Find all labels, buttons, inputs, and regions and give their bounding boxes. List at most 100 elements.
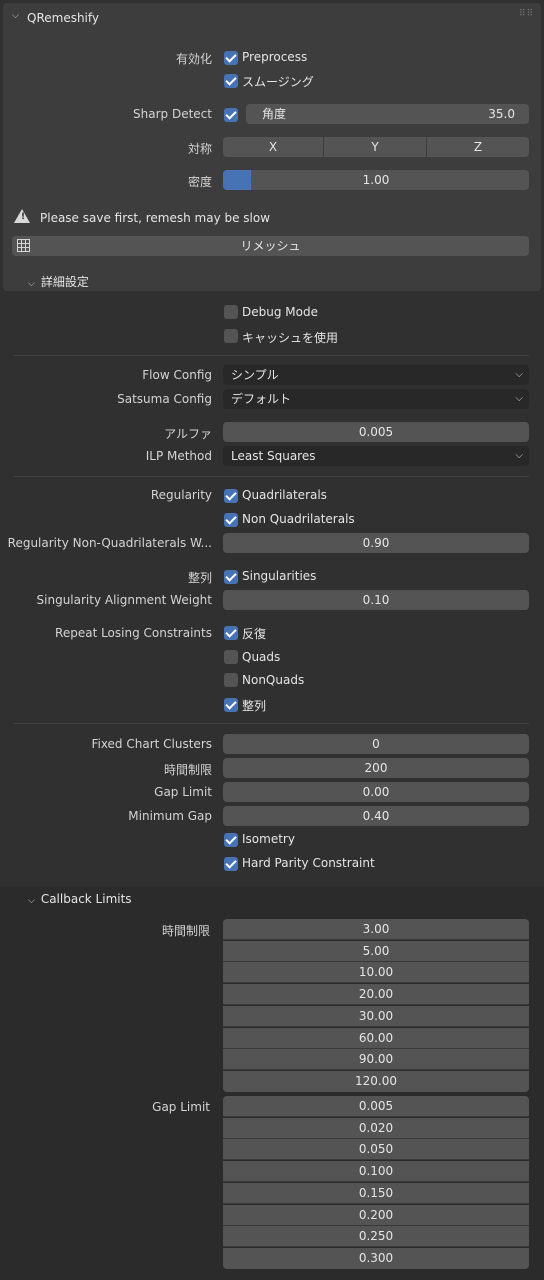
quadrilaterals-checkbox[interactable] bbox=[224, 489, 238, 503]
debug-mode-checkbox[interactable] bbox=[224, 305, 238, 319]
remesh-button[interactable]: リメッシュ bbox=[12, 236, 529, 256]
symmetry-y-toggle[interactable]: Y bbox=[324, 137, 426, 157]
sharp-detect-label: Sharp Detect bbox=[133, 107, 212, 121]
panel-header[interactable]: ⌵ QRemeshify ⠿⠿ bbox=[3, 3, 541, 33]
advanced-header[interactable]: ⌵ 詳細設定 bbox=[28, 273, 89, 290]
callback-time-limit-label: 時間制限 bbox=[161, 924, 210, 938]
use-cache-label: キャッシュを使用 bbox=[242, 331, 339, 345]
callback-time-limit-field-0[interactable]: 3.00 bbox=[223, 919, 529, 940]
symmetry-z-toggle[interactable]: Z bbox=[427, 137, 529, 157]
satsuma-config-label: Satsuma Config bbox=[117, 392, 212, 406]
hard-parity-label: Hard Parity Constraint bbox=[242, 856, 375, 870]
chevron-down-icon[interactable]: ⌵ bbox=[12, 11, 19, 21]
repeat-losing-label: Repeat Losing Constraints bbox=[55, 626, 212, 640]
isometry-label: Isometry bbox=[242, 832, 295, 846]
divider bbox=[13, 355, 529, 356]
minimum-gap-label: Minimum Gap bbox=[128, 809, 212, 823]
panel-title: QRemeshify bbox=[27, 11, 100, 25]
nonquads-label: NonQuads bbox=[242, 673, 305, 687]
grid-icon bbox=[17, 239, 30, 252]
gap-limit-label: Gap Limit bbox=[154, 785, 212, 799]
align-checkbox[interactable] bbox=[224, 698, 238, 712]
use-cache-checkbox[interactable] bbox=[224, 329, 238, 343]
sharp-detect-checkbox[interactable] bbox=[224, 108, 238, 122]
quads-checkbox[interactable] bbox=[224, 650, 238, 664]
chevron-down-icon: ⌵ bbox=[515, 393, 523, 404]
callback-time-limit-field-3[interactable]: 20.00 bbox=[223, 984, 529, 1006]
density-slider[interactable]: 1.00 bbox=[223, 170, 529, 190]
callback-gap-limit-field-0[interactable]: 0.005 bbox=[223, 1096, 529, 1117]
nonquads-checkbox[interactable] bbox=[224, 673, 238, 687]
flow-config-label: Flow Config bbox=[142, 368, 212, 382]
divider bbox=[13, 476, 529, 477]
smoothing-label: スムージング bbox=[242, 75, 314, 89]
time-limit-field[interactable]: 200 bbox=[223, 758, 529, 778]
callback-limits-header[interactable]: ⌵ Callback Limits bbox=[28, 892, 132, 906]
flow-config-dropdown[interactable]: シンプル ⌵ bbox=[223, 365, 529, 385]
angle-value: 35.0 bbox=[488, 107, 515, 121]
chevron-down-icon: ⌵ bbox=[28, 279, 35, 289]
singularities-label: Singularities bbox=[242, 569, 317, 583]
remesh-button-label: リメッシュ bbox=[240, 239, 301, 253]
singularities-checkbox[interactable] bbox=[224, 570, 238, 584]
satsuma-config-value: デフォルト bbox=[231, 392, 292, 406]
enable-label: 有効化 bbox=[175, 52, 212, 66]
callback-time-limit-field-7[interactable]: 120.00 bbox=[223, 1070, 529, 1092]
preprocess-checkbox[interactable] bbox=[224, 51, 238, 65]
reg-nonquad-weight-label: Regularity Non-Quadrilaterals W... bbox=[7, 536, 212, 550]
callback-gap-limit-field-2[interactable]: 0.050 bbox=[223, 1139, 529, 1161]
hard-parity-checkbox[interactable] bbox=[224, 857, 238, 871]
angle-label: 角度 bbox=[262, 107, 287, 121]
gap-limit-field[interactable]: 0.00 bbox=[223, 782, 529, 802]
callback-time-limit-field-1[interactable]: 5.00 bbox=[223, 940, 529, 962]
ilp-method-label: ILP Method bbox=[145, 449, 212, 463]
callback-gap-limit-field-4[interactable]: 0.150 bbox=[223, 1182, 529, 1204]
repeat-label: 反復 bbox=[242, 627, 267, 641]
satsuma-config-dropdown[interactable]: デフォルト ⌵ bbox=[223, 389, 529, 409]
ilp-method-dropdown[interactable]: Least Squares ⌵ bbox=[223, 446, 529, 466]
flow-config-value: シンプル bbox=[231, 368, 279, 382]
preprocess-label: Preprocess bbox=[242, 50, 308, 64]
callback-time-limit-field-5[interactable]: 60.00 bbox=[223, 1027, 529, 1049]
callback-limits-header-label: Callback Limits bbox=[40, 892, 132, 906]
alpha-value: 0.005 bbox=[358, 425, 394, 439]
align-label: 整列 bbox=[242, 699, 267, 713]
chevron-down-icon: ⌵ bbox=[515, 450, 523, 461]
ilp-method-value: Least Squares bbox=[231, 449, 316, 463]
isometry-checkbox[interactable] bbox=[224, 833, 238, 847]
callback-time-limit-field-4[interactable]: 30.00 bbox=[223, 1005, 529, 1027]
callback-time-limit-field-2[interactable]: 10.00 bbox=[223, 962, 529, 984]
drag-handle-icon[interactable]: ⠿⠿ bbox=[519, 9, 534, 19]
quadrilaterals-label: Quadrilaterals bbox=[242, 488, 327, 502]
smoothing-checkbox[interactable] bbox=[224, 74, 238, 88]
non-quadrilaterals-checkbox[interactable] bbox=[224, 513, 238, 527]
reg-nonquad-weight-field[interactable]: 0.90 bbox=[223, 533, 529, 553]
non-quadrilaterals-label: Non Quadrilaterals bbox=[242, 512, 355, 526]
repeat-checkbox[interactable] bbox=[224, 626, 238, 640]
singularity-weight-field[interactable]: 0.10 bbox=[223, 590, 529, 610]
callback-gap-limit-field-1[interactable]: 0.020 bbox=[223, 1117, 529, 1139]
callback-gap-limit-field-6[interactable]: 0.250 bbox=[223, 1226, 529, 1248]
alpha-label: アルファ bbox=[164, 427, 212, 441]
symmetry-x-toggle[interactable]: X bbox=[223, 137, 323, 157]
reg-nonquad-weight-value: 0.90 bbox=[362, 536, 390, 550]
chevron-down-icon: ⌵ bbox=[28, 896, 35, 906]
callback-gap-limit-field-3[interactable]: 0.100 bbox=[223, 1161, 529, 1183]
fixed-chart-field[interactable]: 0 bbox=[223, 734, 529, 754]
advanced-header-label: 詳細設定 bbox=[40, 275, 89, 289]
time-limit-label: 時間制限 bbox=[163, 763, 212, 777]
density-value: 1.00 bbox=[362, 173, 390, 187]
minimum-gap-value: 0.40 bbox=[362, 809, 390, 823]
time-limit-value: 200 bbox=[364, 761, 388, 775]
angle-field[interactable]: 角度 35.0 bbox=[246, 104, 529, 124]
callback-time-limit-field-6[interactable]: 90.00 bbox=[223, 1049, 529, 1071]
callback-gap-limit-field-7[interactable]: 0.300 bbox=[223, 1247, 529, 1269]
warning-text: Please save first, remesh may be slow bbox=[40, 211, 271, 225]
density-label: 密度 bbox=[187, 175, 212, 189]
callback-gap-limit-field-5[interactable]: 0.200 bbox=[223, 1204, 529, 1226]
alpha-field[interactable]: 0.005 bbox=[223, 422, 529, 442]
fixed-chart-value: 0 bbox=[372, 737, 380, 751]
singularity-weight-value: 0.10 bbox=[362, 593, 390, 607]
minimum-gap-field[interactable]: 0.40 bbox=[223, 806, 529, 826]
singularity-weight-label: Singularity Alignment Weight bbox=[36, 593, 212, 607]
